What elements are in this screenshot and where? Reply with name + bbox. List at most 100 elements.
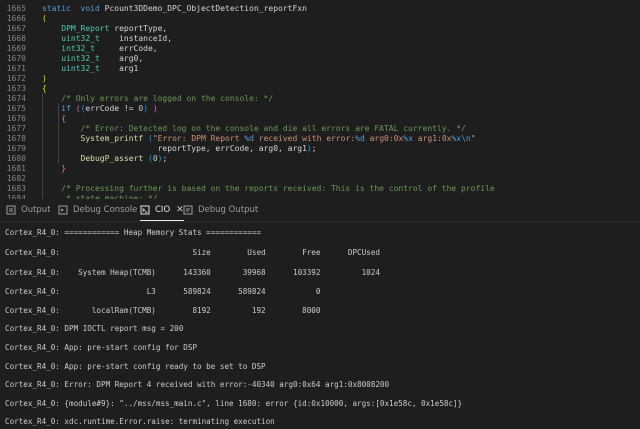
code-token: errCode, (94, 44, 158, 53)
code-token: { (61, 114, 67, 123)
console-line: Cortex_R4_0: App: pre-start config for D… (5, 343, 198, 352)
cio-console[interactable]: Cortex_R4_0: ============ Heap Memory St… (0, 222, 640, 429)
console-line: Cortex_R4_0: L3 589824 589824 0 (5, 287, 321, 296)
code-token: %d (244, 134, 254, 143)
code-line: /* Error: Detected log on the console an… (42, 124, 466, 134)
line-number: 1673 (6, 84, 26, 93)
line-number: 1682 (6, 174, 26, 183)
code-token: received with error: (253, 134, 356, 143)
code-token: instanceId, (99, 34, 173, 43)
code-line: uint32_t arg0, (42, 54, 143, 64)
code-line: /* Only errors are logged on the console… (42, 94, 273, 104)
code-editor[interactable]: 1665 static void Pcount3DDemo_DPC_ObjectD… (0, 0, 640, 199)
indent-guide (42, 93, 43, 199)
code-token: %x (451, 134, 462, 143)
code-line: DPM_Report reportType, (42, 24, 167, 34)
tab-debug-console[interactable]: Debug Console (58, 199, 137, 221)
code-token: arg1:0x (412, 134, 452, 143)
console-line: Cortex_R4_0: xdc.runtime.Error.raise: te… (5, 417, 275, 426)
panel-tab-bar: Output Debug Console CIO ✕ Debug Output (0, 199, 640, 222)
line-number: 1683 (6, 184, 26, 193)
terminal-icon (140, 205, 150, 215)
line-number: 1669 (6, 44, 26, 53)
output-icon (6, 205, 16, 215)
code-token: errCode != (85, 104, 139, 113)
line-number: 1668 (6, 34, 26, 43)
code-token: ) (152, 104, 158, 113)
code-line: ) (42, 74, 47, 84)
code-token: static (42, 4, 71, 13)
console-line: Cortex_R4_0: DPM IOCTL report msg = 200 (5, 324, 184, 333)
code-token: /* Processing further is based on the re… (61, 184, 495, 193)
line-number: 1677 (6, 124, 26, 133)
code-token: \n (461, 134, 471, 143)
tab-cio-label: CIO (155, 205, 171, 215)
code-token: uint32_t (61, 64, 100, 73)
code-token: uint32_t (61, 34, 100, 43)
line-number: 1671 (6, 64, 26, 73)
code-token: System_printf (80, 134, 144, 143)
code-token: reportType, (109, 24, 168, 33)
code-token: arg0:0x (364, 134, 404, 143)
tab-cio[interactable]: CIO ✕ (140, 199, 184, 221)
tab-debug-console-label: Debug Console (73, 205, 138, 215)
line-number: 1678 (6, 134, 26, 143)
console-line: Cortex_R4_0: localRam(TCMB) 8192 192 800… (5, 306, 321, 315)
code-line: System_printf ("Error: DPM Report %d rec… (42, 134, 476, 144)
indent-guide (58, 103, 59, 163)
code-token: uint32_t (61, 54, 100, 63)
line-number: 1674 (6, 94, 26, 103)
console-line: Cortex_R4_0: App: pre-start config ready… (5, 362, 266, 371)
line-number: 1670 (6, 54, 26, 63)
code-token: ; (162, 154, 168, 163)
code-line: reportType, errCode, arg0, arg1); (42, 144, 317, 154)
line-number: 1675 (6, 104, 26, 113)
code-token: int32_t (61, 44, 95, 53)
line-number: 1667 (6, 24, 26, 33)
console-line: Cortex_R4_0: Error: DPM Report 4 receive… (5, 380, 390, 389)
code-token: %x (403, 134, 413, 143)
debug-console-icon (58, 205, 68, 215)
code-line: ( (42, 14, 47, 24)
code-token: { (42, 84, 47, 93)
code-token: ; (311, 144, 317, 153)
tab-output-label: Output (21, 205, 51, 215)
code-line: int32_t errCode, (42, 44, 158, 54)
console-line: Cortex_R4_0: Size Used Free DPCUsed (5, 248, 380, 257)
code-token: arg1 (99, 64, 139, 73)
code-token: Pcount3DDemo_DPC_ObjectDetection_reportF… (99, 4, 307, 13)
console-line: Cortex_R4_0: System Heap(TCMB) 143360 39… (5, 268, 380, 277)
line-number: 1680 (6, 154, 26, 163)
code-token: ( (42, 14, 47, 23)
code-token: void (80, 4, 100, 13)
tab-output[interactable]: Output (6, 199, 51, 221)
line-number: 1666 (6, 14, 26, 23)
line-number: 1676 (6, 114, 26, 123)
code-line: } (42, 164, 66, 174)
code-token: DebugP_assert (80, 154, 144, 163)
code-line: { (42, 114, 66, 124)
code-token: arg0, (99, 54, 144, 63)
code-token: reportType, errCode, arg0, arg1 (42, 144, 307, 153)
console-line: Cortex_R4_0: ============ Heap Memory St… (5, 228, 262, 237)
code-token: /* Only errors are logged on the console… (61, 94, 274, 103)
line-number: 1679 (6, 144, 26, 153)
code-line: DebugP_assert (0); (42, 154, 168, 164)
tab-debug-output[interactable]: Debug Output (183, 199, 258, 221)
line-number: 1681 (6, 164, 26, 173)
code-token: DPM_Report (61, 24, 110, 33)
code-token: } (61, 164, 67, 173)
code-line: if ((errCode != 0) ) (42, 104, 158, 114)
